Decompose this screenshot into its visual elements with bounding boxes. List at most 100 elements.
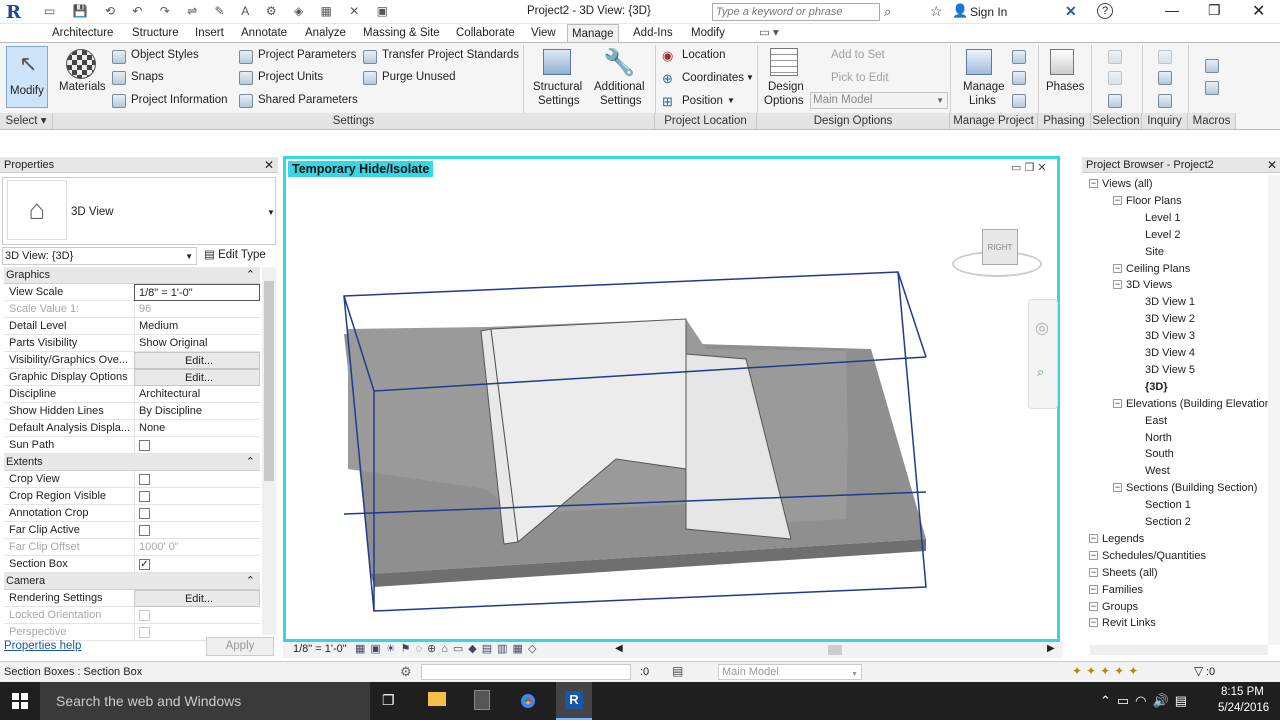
tab-massing-site[interactable]: Massing & Site [359, 24, 444, 42]
add-to-set-button[interactable]: Add to Set [831, 49, 885, 61]
edit-button[interactable]: Edit... [134, 352, 260, 369]
prop-sun-path[interactable]: Sun Path [4, 437, 260, 454]
tab-view[interactable]: View [527, 24, 560, 42]
far-clip-checkbox[interactable] [139, 525, 150, 536]
browser-node[interactable]: Ceiling Plans [1126, 263, 1190, 275]
viewport-scrollbar[interactable] [1062, 160, 1076, 642]
browser-node[interactable]: Sections (Building Section) [1126, 482, 1257, 494]
workset-select[interactable] [421, 664, 631, 680]
decal-icon[interactable] [1012, 50, 1026, 64]
view-control-icons[interactable]: ▦▣☀⚑◌⊕⌂▭◆▤▥▦◇ [355, 642, 541, 655]
tab-structure[interactable]: Structure [128, 24, 183, 42]
browser-node[interactable]: Level 1 [1145, 212, 1180, 224]
selection-edit-icon[interactable] [1108, 94, 1122, 108]
apply-button[interactable]: Apply [206, 637, 274, 656]
prop-value[interactable]: None [134, 420, 260, 437]
star-icon[interactable]: ☆ [930, 3, 943, 20]
tab-collaborate[interactable]: Collaborate [452, 24, 519, 42]
prop-section-box[interactable]: Section Box ✓ [4, 556, 260, 573]
group-extents[interactable]: Extents ⌃ [4, 454, 260, 471]
clock-date[interactable]: 5/24/2016 [1218, 702, 1269, 714]
snaps-button[interactable]: Snaps [131, 71, 164, 83]
zoom-icon[interactable]: ⌕ [1037, 364, 1044, 380]
main-model-select[interactable]: Main Model ▼ [810, 92, 948, 109]
browser-node[interactable]: East [1145, 415, 1167, 427]
tab-add-ins[interactable]: Add-Ins [629, 24, 677, 42]
edit-type-button[interactable]: ▤ Edit Type [201, 246, 273, 266]
starting-view-icon[interactable] [1012, 71, 1026, 85]
additional-settings-button[interactable]: Additional [594, 81, 645, 93]
prop-view-scale[interactable]: View Scale 1/8" = 1'-0" [4, 284, 260, 301]
browser-node[interactable]: Schedules/Quantities [1102, 550, 1206, 562]
search-icon[interactable]: ⌕ [884, 4, 891, 20]
browser-node[interactable]: Legends [1102, 533, 1144, 545]
group-camera[interactable]: Camera ⌃ [4, 573, 260, 590]
prop-discipline[interactable]: Discipline Architectural [4, 386, 260, 403]
browser-node[interactable]: Site [1145, 246, 1164, 258]
purge-unused-button[interactable]: Purge Unused [382, 71, 456, 83]
user-icon[interactable]: 👤 [952, 3, 968, 19]
browser-scrollbar[interactable] [1268, 175, 1280, 645]
tab-manage[interactable]: Manage [567, 24, 619, 42]
steering-wheel-icon[interactable]: ◎ [1035, 318, 1049, 338]
position-dropdown[interactable]: Position [682, 95, 723, 107]
prop-graphic-display[interactable]: Graphic Display Options Edit... [4, 369, 260, 386]
object-styles-button[interactable]: Object Styles [131, 49, 199, 61]
expand-toggle-icon[interactable]: − [1113, 263, 1122, 273]
properties-help-link[interactable]: Properties help [4, 640, 81, 652]
prop-value[interactable]: By Discipline [134, 403, 260, 420]
browser-node[interactable]: Families [1102, 584, 1143, 596]
exchange-icon[interactable]: ✕ [1065, 3, 1077, 20]
project-information-button[interactable]: Project Information [131, 94, 228, 106]
panel-select[interactable]: Select ▾ [0, 113, 53, 129]
type-selector[interactable]: ⌂ 3D View ▼ [2, 177, 276, 245]
expand-toggle-icon[interactable]: − [1089, 550, 1098, 560]
sun-path-checkbox[interactable] [139, 440, 150, 451]
scroll-left-icon[interactable]: ◀ [615, 643, 623, 654]
expand-toggle-icon[interactable]: − [1089, 179, 1098, 188]
section-box-checkbox[interactable]: ✓ [139, 559, 150, 570]
transfer-standards-button[interactable]: Transfer Project Standards [382, 49, 519, 61]
design-options-button[interactable]: Design [768, 81, 804, 93]
location-button[interactable]: Location [682, 49, 725, 61]
expand-toggle-icon[interactable]: − [1089, 584, 1098, 594]
expand-toggle-icon[interactable]: − [1089, 533, 1098, 543]
selection-save-icon[interactable] [1108, 50, 1122, 64]
inquiry-ids-icon[interactable] [1158, 50, 1172, 64]
browser-node[interactable]: Floor Plans [1126, 195, 1182, 207]
expand-toggle-icon[interactable]: − [1089, 567, 1098, 577]
annotation-crop-checkbox[interactable] [139, 508, 150, 519]
horizontal-scroll-thumb[interactable] [828, 645, 842, 655]
revit-taskbar-icon[interactable]: R [556, 682, 592, 720]
properties-scrollbar[interactable] [262, 267, 276, 635]
selection-tools-icons[interactable]: ✦✦✦✦✦ [1072, 664, 1142, 678]
structural-settings-button[interactable]: Structural [533, 81, 582, 93]
browser-node[interactable]: Section 1 [1145, 499, 1191, 511]
viewcube[interactable]: RIGHT [952, 229, 1042, 279]
coordinates-dropdown[interactable]: Coordinates [682, 72, 744, 84]
browser-node[interactable]: West [1145, 465, 1170, 477]
expand-toggle-icon[interactable]: − [1113, 398, 1122, 408]
browser-node[interactable]: South [1145, 448, 1174, 460]
tab-modify[interactable]: Modify [687, 24, 729, 42]
restore-button[interactable]: ❐ [1208, 2, 1221, 19]
expand-toggle-icon[interactable]: − [1113, 483, 1122, 493]
browser-node[interactable]: Level 2 [1145, 229, 1180, 241]
group-graphics[interactable]: Graphics ⌃ [4, 267, 260, 284]
browser-node[interactable]: Groups [1102, 601, 1138, 613]
browser-node[interactable]: 3D View 2 [1145, 313, 1195, 325]
prop-parts-visibility[interactable]: Parts Visibility Show Original [4, 335, 260, 352]
browser-node[interactable]: Section 2 [1145, 516, 1191, 528]
browser-node[interactable]: North [1145, 432, 1172, 444]
close-icon[interactable]: ✕ [264, 157, 274, 173]
prop-rendering-settings[interactable]: Rendering Settings Edit... [4, 590, 260, 607]
macro-manager-icon[interactable] [1205, 59, 1219, 73]
selection-load-icon[interactable] [1108, 71, 1122, 85]
browser-node[interactable]: Revit Links [1102, 617, 1156, 629]
prop-crop-view[interactable]: Crop View [4, 471, 260, 488]
viewcube-face[interactable]: RIGHT [982, 229, 1018, 265]
clock-time[interactable]: 8:15 PM [1221, 686, 1264, 698]
tab-analyze[interactable]: Analyze [301, 24, 350, 42]
design-option-select[interactable]: Main Model ▼ [718, 664, 862, 680]
chevron-down-icon[interactable]: ▼ [727, 96, 735, 105]
